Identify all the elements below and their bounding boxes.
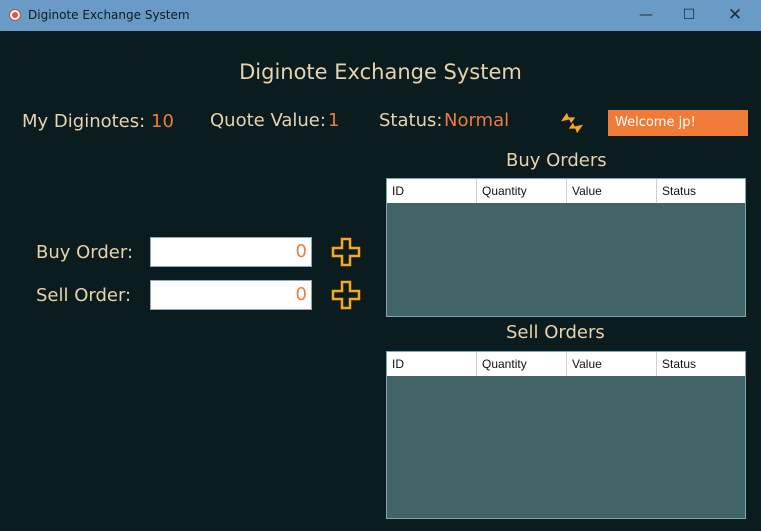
quote-value: 1 — [328, 110, 340, 131]
status-value: Normal — [444, 110, 510, 131]
welcome-badge: Welcome jp! — [608, 110, 748, 136]
sell-orders-header: ID Quantity Value Status — [387, 352, 745, 376]
buy-orders-header: ID Quantity Value Status — [387, 179, 745, 203]
column-header-id[interactable]: ID — [387, 179, 477, 203]
add-sell-order-button[interactable] — [330, 279, 362, 311]
minimize-button[interactable]: — — [633, 4, 659, 26]
column-header-status[interactable]: Status — [657, 179, 745, 203]
diginotes-value: 10 — [151, 111, 174, 132]
column-header-value[interactable]: Value — [567, 352, 657, 376]
column-header-quantity[interactable]: Quantity — [477, 179, 567, 203]
page-title: Diginote Exchange System — [239, 60, 522, 84]
column-header-id[interactable]: ID — [387, 352, 477, 376]
column-header-quantity[interactable]: Quantity — [477, 352, 567, 376]
maximize-button[interactable]: ☐ — [676, 4, 702, 26]
status-label: Status: — [379, 110, 443, 131]
quote-value-label: Quote Value: — [210, 110, 326, 131]
buy-orders-title: Buy Orders — [506, 150, 607, 171]
close-button[interactable]: ✕ — [722, 4, 748, 26]
refresh-icon[interactable] — [556, 108, 588, 138]
buy-orders-table[interactable]: ID Quantity Value Status — [386, 178, 746, 317]
sell-orders-table[interactable]: ID Quantity Value Status — [386, 351, 746, 519]
window-title: Diginote Exchange System — [28, 8, 190, 22]
sell-order-input[interactable]: 0 — [150, 280, 312, 310]
buy-order-input[interactable]: 0 — [150, 237, 312, 267]
app-logo-icon — [9, 9, 21, 21]
sell-orders-title: Sell Orders — [506, 322, 605, 343]
column-header-status[interactable]: Status — [657, 352, 745, 376]
add-buy-order-button[interactable] — [330, 236, 362, 268]
sell-order-label: Sell Order: — [36, 285, 132, 306]
buy-order-label: Buy Order: — [36, 242, 134, 263]
title-bar[interactable]: Diginote Exchange System — ☐ ✕ — [0, 0, 761, 31]
diginotes-label: My Diginotes: — [22, 111, 146, 132]
column-header-value[interactable]: Value — [567, 179, 657, 203]
